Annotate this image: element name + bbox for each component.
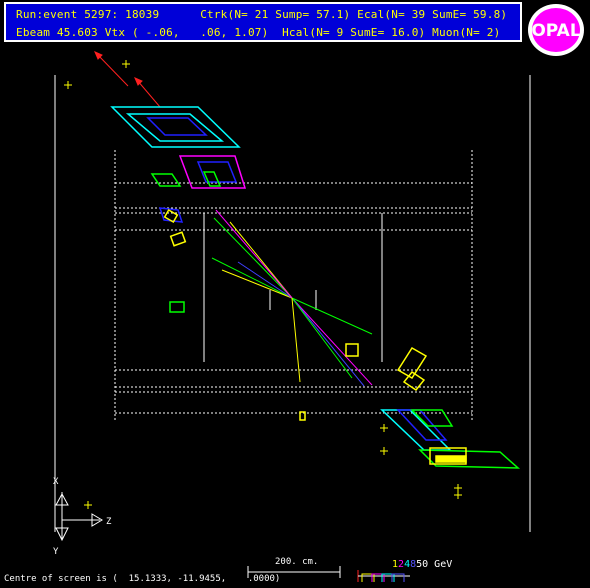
axis-x-label: X (53, 477, 59, 487)
central-tracks (211, 209, 373, 387)
energy-scale-label: 124850 GeV (392, 559, 452, 570)
energy-scale-bars (357, 570, 410, 582)
distance-scale-label: 200. cm. (275, 557, 319, 567)
screen-centre-readout: Centre of screen is ( 15.1333, -11.9455,… (4, 574, 281, 584)
axis-indicator (55, 492, 103, 542)
svg-text:OPAL: OPAL (531, 21, 581, 41)
marker-crosses (64, 60, 462, 499)
axis-z-label: Z (106, 517, 112, 527)
opal-logo: OPAL (528, 4, 584, 56)
calorimeter-cluster-bottom (299, 343, 521, 469)
event-summary-line-2: Ebeam 45.603 Vtx ( -.06, .06, 1.07) Hcal… (16, 26, 501, 39)
energy-seg-50gev: 50 GeV (416, 559, 453, 570)
event-info-header: Run:event 5297: 18039 Ctrk(N= 21 Sump= 5… (4, 2, 522, 42)
event-display: X Z Y (53, 51, 531, 582)
axis-y-label: Y (53, 547, 59, 557)
event-summary-line-1: Run:event 5297: 18039 Ctrk(N= 21 Sump= 5… (16, 8, 508, 21)
muon-tracks (94, 51, 161, 108)
calorimeter-cluster-top (110, 106, 247, 313)
